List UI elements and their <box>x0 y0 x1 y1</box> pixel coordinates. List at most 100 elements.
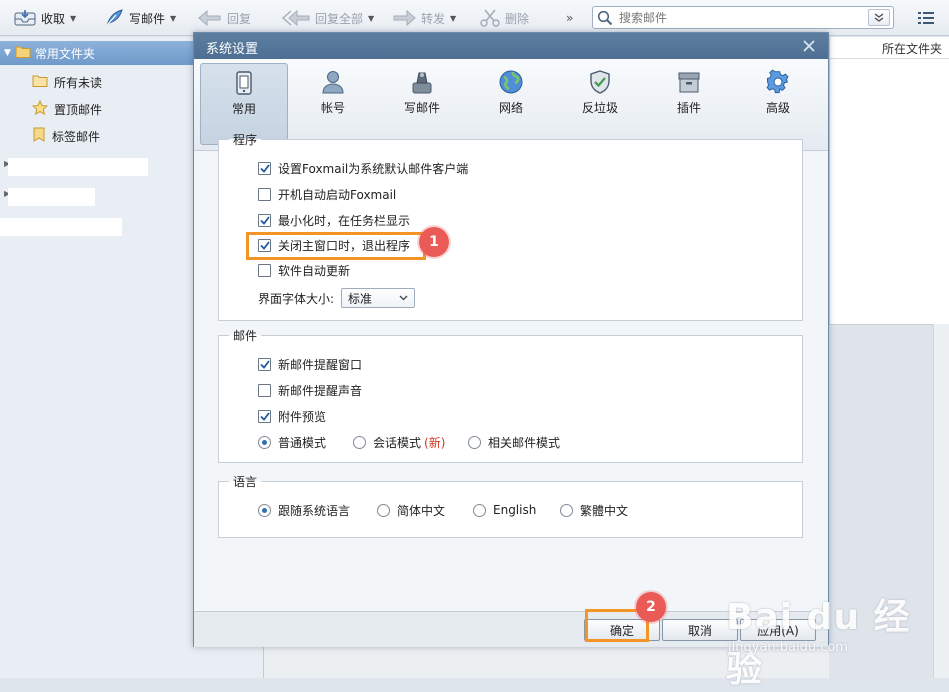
checkmark-icon <box>259 163 270 173</box>
reply-all-label: 回复全部 <box>315 11 364 26</box>
column-header-folder[interactable]: 所在文件夹 <box>830 39 949 59</box>
tab-label: 写邮件 <box>403 101 440 115</box>
forward-arrow-icon <box>392 10 416 26</box>
radio-button[interactable] <box>468 435 481 449</box>
checkbox[interactable] <box>258 409 271 423</box>
radio-button[interactable] <box>258 503 271 517</box>
radio-follow-system[interactable]: 跟随系统语言 <box>258 501 350 519</box>
mail-list: 所在文件夹 <box>829 37 949 324</box>
radio-button[interactable] <box>377 503 390 517</box>
dialog-title: 系统设置 <box>206 42 259 57</box>
radio-button[interactable] <box>258 435 271 449</box>
list-menu-icon <box>918 11 934 25</box>
radio-related-mode[interactable]: 相关邮件模式 <box>468 433 560 451</box>
globe-icon <box>499 70 523 94</box>
checkbox[interactable] <box>258 263 271 277</box>
option-new-mail-sound[interactable]: 新邮件提醒声音 <box>258 381 362 399</box>
triangle-down-icon: ▼ <box>4 48 11 58</box>
reply-button[interactable]: 回复 <box>198 0 251 36</box>
more-button[interactable]: » <box>566 0 573 36</box>
option-default-client[interactable]: 设置Foxmail为系统默认邮件客户端 <box>258 159 468 177</box>
checkmark-icon <box>259 215 270 225</box>
folder-icon <box>15 45 31 61</box>
option-label: 相关邮件模式 <box>488 435 561 450</box>
radio-button[interactable] <box>560 503 573 517</box>
option-label: English <box>493 503 537 517</box>
box-icon <box>678 72 700 93</box>
option-label: 新邮件提醒窗口 <box>278 357 363 372</box>
radio-selected-dot <box>262 507 267 513</box>
tab-label: 插件 <box>676 101 701 115</box>
radio-button[interactable] <box>473 503 486 517</box>
inbox-icon <box>14 9 36 27</box>
shield-icon <box>590 70 610 94</box>
option-label: 跟随系统语言 <box>278 503 351 518</box>
option-label: 开机自动启动Foxmail <box>278 187 397 202</box>
option-auto-update[interactable]: 软件自动更新 <box>258 261 350 279</box>
tab-label: 常用 <box>231 102 256 116</box>
sidebar-item-label: 所有未读 <box>54 75 103 90</box>
search-box <box>592 6 894 29</box>
search-options-button[interactable] <box>868 9 890 26</box>
option-label: 普通模式 <box>278 435 327 450</box>
step-marker: 2 <box>636 592 666 622</box>
option-autostart[interactable]: 开机自动启动Foxmail <box>258 185 396 203</box>
menu-button[interactable] <box>918 0 934 36</box>
receive-button[interactable]: 收取 ▼ <box>14 0 76 36</box>
double-chevron-down-icon <box>874 13 884 22</box>
forward-button[interactable]: 转发 ▼ <box>392 0 456 36</box>
radio-selected-dot <box>262 439 267 445</box>
checkbox[interactable] <box>258 383 271 397</box>
option-label: 新邮件提醒声音 <box>278 383 363 398</box>
sidebar-item-pinned[interactable]: 置顶邮件 <box>31 99 102 119</box>
compose-button[interactable]: 写邮件 ▼ <box>104 0 176 36</box>
option-minimize-taskbar[interactable]: 最小化时，在任务栏显示 <box>258 211 410 229</box>
common-folders-label: 常用文件夹 <box>34 46 95 61</box>
close-icon <box>803 40 815 52</box>
option-label: 最小化时，在任务栏显示 <box>278 213 411 228</box>
search-input[interactable] <box>619 9 859 26</box>
option-attachment-preview[interactable]: 附件预览 <box>258 407 326 425</box>
radio-traditional-chinese[interactable]: 繁體中文 <box>560 501 628 519</box>
radio-conversation-mode[interactable]: 会话模式 (新) <box>353 433 445 451</box>
receive-label: 收取 <box>41 11 66 26</box>
system-settings-dialog: 系统设置 常用 帐号 写邮件 网络 反垃圾 插件 高级 程序 设置Foxmail… <box>193 32 829 647</box>
dialog-titlebar[interactable]: 系统设置 <box>194 33 828 59</box>
radio-normal-mode[interactable]: 普通模式 <box>258 433 326 451</box>
forward-label: 转发 <box>421 11 446 26</box>
option-label: 软件自动更新 <box>278 263 351 278</box>
option-label: 会话模式 <box>373 435 422 450</box>
chevron-down-icon[interactable]: ▼ <box>450 14 456 23</box>
chevron-down-icon[interactable]: ▼ <box>70 14 76 23</box>
pen-icon <box>412 72 432 94</box>
option-label: 简体中文 <box>397 503 446 518</box>
close-button[interactable] <box>800 37 818 55</box>
radio-button[interactable] <box>353 435 366 449</box>
delete-button[interactable]: 删除 <box>480 0 529 36</box>
vertical-scrollbar[interactable] <box>933 324 949 678</box>
tab-label: 高级 <box>765 101 790 115</box>
chevron-down-icon[interactable]: ▼ <box>368 14 374 23</box>
font-size-select[interactable]: 标准 <box>341 288 416 308</box>
watermark: Bai du 经验 jingyan.baidu.com <box>722 574 922 690</box>
option-label: 繁體中文 <box>580 503 629 518</box>
gear-icon <box>766 69 789 94</box>
star-icon <box>31 99 49 118</box>
radio-simplified-chinese[interactable]: 简体中文 <box>377 501 445 519</box>
sidebar-item-unread[interactable]: 所有未读 <box>32 72 102 92</box>
search-icon <box>597 10 613 29</box>
checkbox[interactable] <box>258 213 271 227</box>
phone-icon <box>236 71 252 95</box>
new-badge: (新) <box>424 435 446 450</box>
redacted-account <box>8 188 95 206</box>
chevron-down-icon[interactable]: ▼ <box>170 14 176 23</box>
option-label: 设置Foxmail为系统默认邮件客户端 <box>278 161 469 176</box>
sidebar-item-tagged[interactable]: 标签邮件 <box>32 126 100 146</box>
checkbox[interactable] <box>258 357 271 371</box>
column-header-label: 所在文件夹 <box>881 42 942 56</box>
checkbox[interactable] <box>258 187 271 201</box>
radio-english[interactable]: English <box>473 501 536 519</box>
checkbox[interactable] <box>258 161 271 175</box>
reply-all-button[interactable]: 回复全部 ▼ <box>282 0 374 36</box>
option-new-mail-popup[interactable]: 新邮件提醒窗口 <box>258 355 362 373</box>
